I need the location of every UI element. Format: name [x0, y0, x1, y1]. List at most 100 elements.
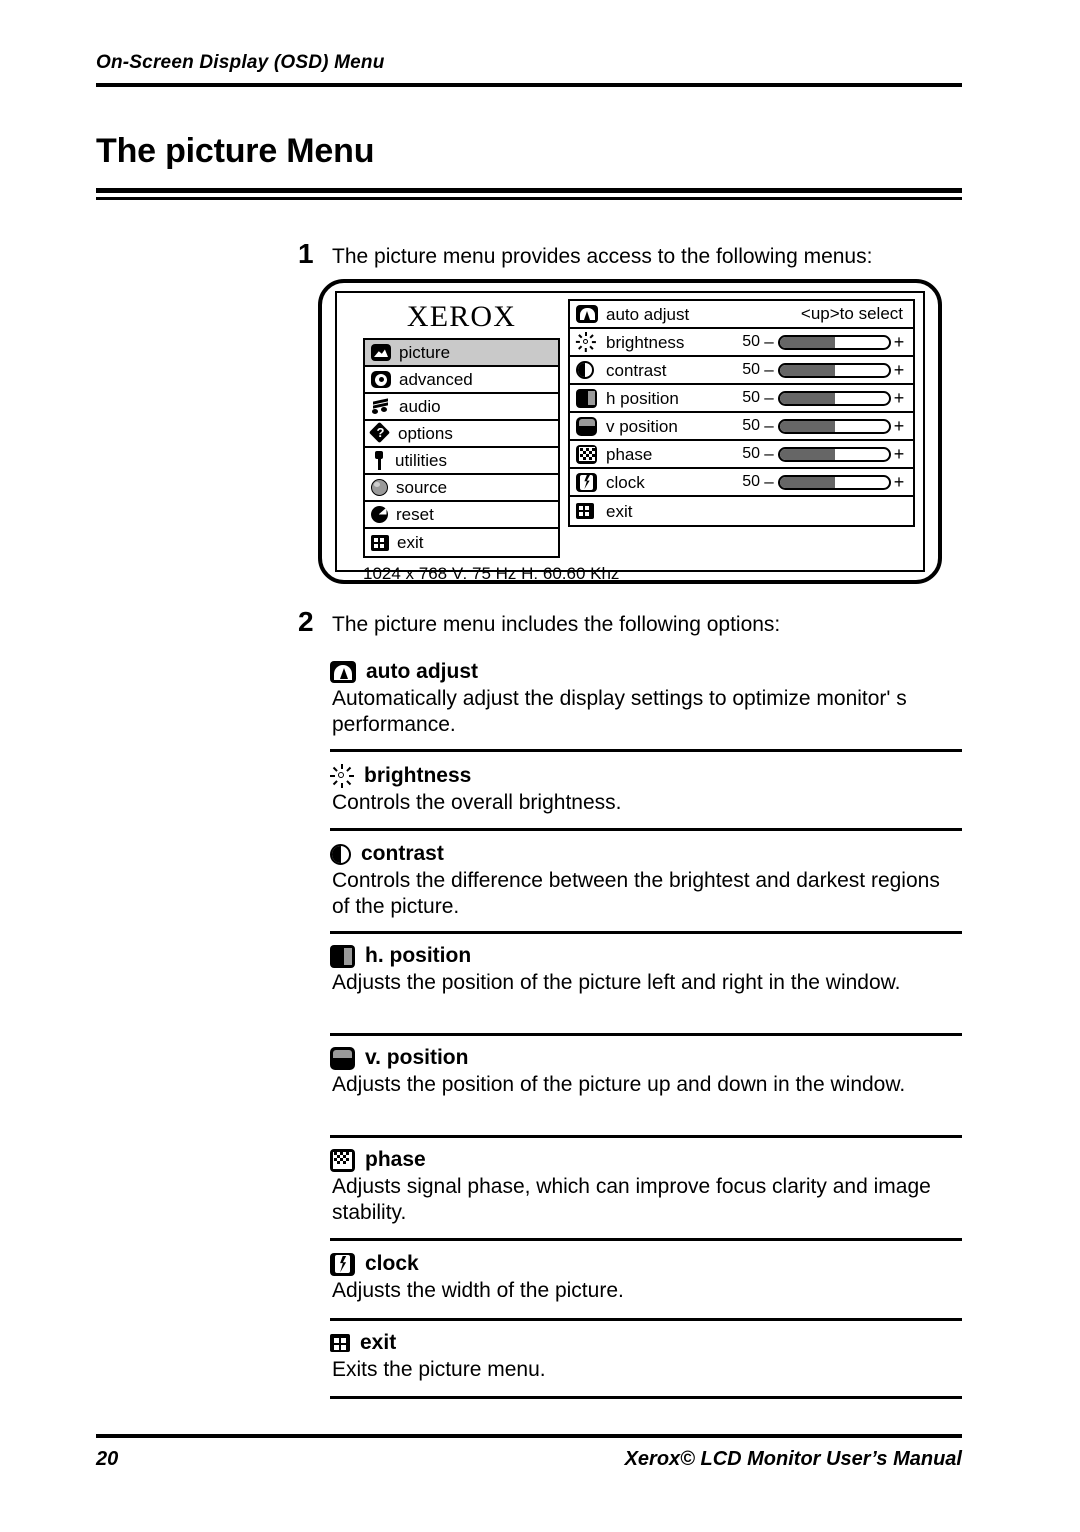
option-title-h-position: h. position [365, 944, 472, 967]
osd-content: XEROX picture advanced audio ? options u… [337, 293, 923, 583]
osd-row-brightness-value: 50 [742, 333, 760, 350]
osd-row-clock-slider[interactable] [778, 474, 891, 490]
phase-icon [576, 444, 597, 464]
title-rule-upper [96, 188, 962, 193]
slider-fill [780, 336, 835, 348]
osd-row-contrast-minus[interactable]: – [760, 360, 778, 380]
auto-adjust-icon [576, 305, 598, 323]
audio-icon [371, 398, 391, 415]
osd-row-brightness-plus[interactable]: + [891, 332, 907, 353]
osd-row-v-position-label: v position [606, 416, 678, 436]
exit-icon-wrap [576, 503, 600, 519]
osd-row-brightness-label: brightness [606, 332, 685, 352]
menu-item-source[interactable]: source [365, 475, 558, 502]
osd-row-phase-value: 50 [742, 445, 760, 462]
option-block-h-position: h. position Adjusts the position of the … [330, 944, 962, 996]
osd-row-contrast-slider[interactable] [778, 362, 891, 378]
footer-rule [96, 1434, 962, 1438]
slider-fill [780, 364, 835, 376]
v-position-icon-wrap [576, 416, 600, 436]
page-header: On-Screen Display (OSD) Menu [96, 52, 962, 87]
osd-row-clock-label: clock [606, 472, 645, 492]
option-title-exit: exit [360, 1331, 397, 1354]
osd-row-phase[interactable]: phase 50 – + [570, 441, 913, 469]
phase-icon [330, 1148, 355, 1172]
osd-row-contrast-plus[interactable]: + [891, 360, 907, 381]
option-description-phase: Adjusts signal phase, which can improve … [332, 1175, 931, 1225]
option-description-clock: Adjusts the width of the picture. [332, 1279, 624, 1302]
osd-screen: XEROX picture advanced audio ? options u… [335, 291, 925, 583]
option-block-auto-adjust: auto adjust Automatically adjust the dis… [330, 660, 962, 739]
osd-row-h-position[interactable]: h position 50 – + [570, 385, 913, 413]
option-title-v-position: v. position [365, 1046, 469, 1069]
h-position-icon [576, 388, 597, 408]
menu-item-reset[interactable]: reset [365, 502, 558, 529]
osd-row-phase-label: phase [606, 444, 653, 464]
slider-fill [780, 420, 835, 432]
osd-row-brightness[interactable]: brightness 50 – + [570, 329, 913, 357]
osd-row-phase-minus[interactable]: – [760, 444, 778, 464]
contrast-icon-wrap [576, 361, 600, 379]
section-rule [330, 1135, 962, 1138]
osd-row-v-position-plus[interactable]: + [891, 416, 907, 437]
phase-icon-wrap [576, 444, 600, 464]
auto-adjust-icon [330, 661, 356, 683]
osd-row-brightness-minus[interactable]: – [760, 332, 778, 352]
step-1-number: 1 [298, 238, 314, 269]
slider-fill [780, 476, 835, 488]
osd-row-v-position-minus[interactable]: – [760, 416, 778, 436]
menu-item-options[interactable]: options [365, 421, 558, 448]
auto-adjust-icon-wrap [576, 305, 600, 323]
menu-item-picture[interactable]: picture [365, 340, 558, 367]
option-title-contrast: contrast [361, 842, 444, 865]
menu-item-advanced[interactable]: advanced [365, 367, 558, 394]
menu-item-options-label: options [398, 424, 453, 443]
header-rule-thick [96, 83, 962, 87]
section-rule [330, 1396, 962, 1399]
page-title: The picture Menu [96, 132, 375, 170]
osd-row-clock-minus[interactable]: – [760, 472, 778, 492]
osd-row-h-position-slider[interactable] [778, 390, 891, 406]
reset-icon [371, 506, 388, 523]
osd-row-v-position-slider[interactable] [778, 418, 891, 434]
menu-item-exit[interactable]: exit [365, 529, 558, 556]
xerox-logo: XEROX [406, 300, 517, 333]
option-block-phase: phase Adjusts signal phase, which can im… [330, 1148, 962, 1227]
v-position-icon [330, 1046, 355, 1070]
osd-row-contrast[interactable]: contrast 50 – + [570, 357, 913, 385]
title-divider [96, 188, 962, 200]
menu-item-reset-label: reset [396, 505, 434, 524]
osd-row-auto-adjust[interactable]: auto adjust <up>to select [570, 301, 913, 329]
osd-row-exit[interactable]: exit [570, 497, 913, 525]
osd-row-clock-value: 50 [742, 473, 760, 490]
osd-row-phase-plus[interactable]: + [891, 444, 907, 465]
step-1-text: The picture menu provides access to the … [332, 245, 873, 268]
menu-item-source-label: source [396, 478, 448, 497]
option-heading-contrast: contrast [330, 842, 962, 866]
h-position-icon [330, 944, 355, 968]
option-title-clock: clock [365, 1252, 419, 1275]
option-heading-phase: phase [330, 1148, 962, 1172]
osd-row-h-position-minus[interactable]: – [760, 388, 778, 408]
slider-fill [780, 392, 835, 404]
section-rule [330, 931, 962, 934]
osd-columns: XEROX picture advanced audio ? options u… [345, 299, 915, 558]
option-title-auto-adjust: auto adjust [366, 660, 479, 683]
menu-item-utilities[interactable]: utilities [365, 448, 558, 475]
osd-main-menu: picture advanced audio options [363, 338, 560, 558]
step-2: 2 The picture menu includes the followin… [298, 608, 780, 638]
osd-row-clock-plus[interactable]: + [891, 472, 907, 493]
osd-row-v-position[interactable]: v position 50 – + [570, 413, 913, 441]
option-description-brightness: Controls the overall brightness. [332, 791, 622, 814]
option-description-exit: Exits the picture menu. [332, 1358, 546, 1381]
osd-left-column: XEROX picture advanced audio ? options u… [363, 299, 560, 558]
option-heading-brightness: brightness [330, 764, 962, 788]
osd-row-h-position-plus[interactable]: + [891, 388, 907, 409]
menu-item-audio[interactable]: audio [365, 394, 558, 421]
osd-row-brightness-slider[interactable] [778, 334, 891, 350]
osd-row-clock[interactable]: clock 50 – + [570, 469, 913, 497]
option-heading-auto-adjust: auto adjust [330, 660, 962, 684]
step-2-text: The picture menu includes the following … [332, 613, 781, 636]
title-rule-lower [96, 197, 962, 200]
osd-row-phase-slider[interactable] [778, 446, 891, 462]
